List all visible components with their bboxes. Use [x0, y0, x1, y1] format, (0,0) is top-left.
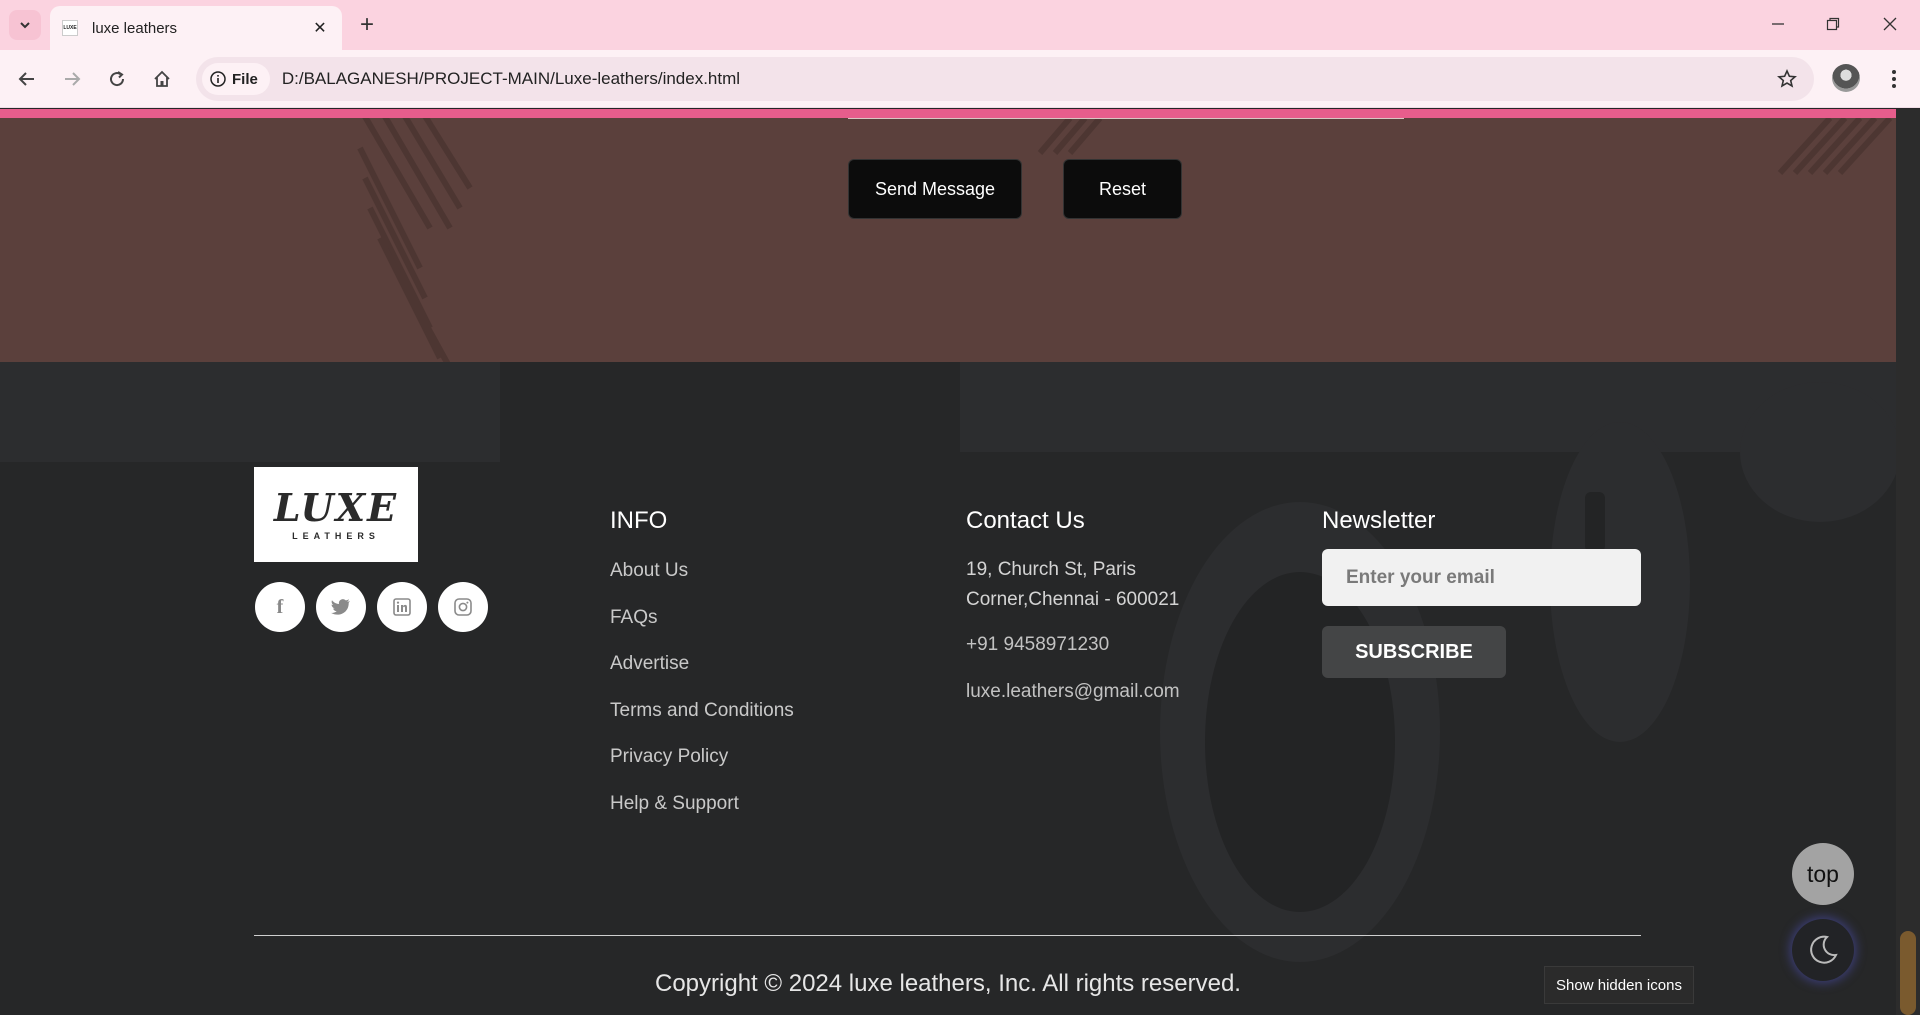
- moon-icon: [1810, 935, 1838, 964]
- chevron-down-icon: [20, 22, 30, 29]
- site-favicon: LUXE: [62, 20, 78, 36]
- newsletter-email-input[interactable]: [1322, 549, 1641, 606]
- address-line-1: 19, Church St, Paris: [966, 559, 1137, 580]
- contact-address: 19, Church St, Paris Corner,Chennai - 60…: [966, 555, 1179, 615]
- twitter-link[interactable]: [316, 582, 366, 632]
- decorative-stripes: [357, 118, 473, 368]
- site-footer: LUXE LEATHERS f INFO About Us FAQs Adver…: [0, 362, 1896, 1015]
- reset-button[interactable]: Reset: [1063, 159, 1182, 219]
- dark-mode-toggle[interactable]: [1792, 919, 1854, 981]
- footer-divider: [254, 935, 1641, 936]
- back-to-top-button[interactable]: top: [1792, 843, 1854, 905]
- back-button[interactable]: [10, 62, 44, 96]
- footer-background-image: [0, 362, 1896, 1015]
- forward-button[interactable]: [55, 62, 89, 96]
- info-heading: INFO: [610, 507, 668, 534]
- minimize-icon: [1772, 23, 1784, 25]
- url-text[interactable]: D:/BALAGANESH/PROJECT-MAIN/Luxe-leathers…: [282, 69, 1770, 89]
- restore-icon: [1826, 17, 1840, 31]
- decorative-stripes-right: [1777, 118, 1893, 176]
- newsletter-heading: Newsletter: [1322, 507, 1436, 534]
- contact-form-section: Send Message Reset: [0, 118, 1896, 371]
- new-tab-button[interactable]: +: [352, 10, 382, 40]
- facebook-icon: f: [276, 595, 284, 618]
- privacy-link[interactable]: Privacy Policy: [610, 746, 728, 768]
- about-us-link[interactable]: About Us: [610, 560, 688, 582]
- arrow-left-icon: [18, 72, 34, 86]
- terms-link[interactable]: Terms and Conditions: [610, 700, 794, 722]
- message-field-underline: [848, 118, 1404, 119]
- more-vertical-icon: [1892, 70, 1896, 88]
- subscribe-button[interactable]: SUBSCRIBE: [1322, 626, 1506, 678]
- logo-subtitle: LEATHERS: [292, 530, 380, 541]
- site-info-chip[interactable]: File: [202, 63, 270, 95]
- send-message-button[interactable]: Send Message: [848, 159, 1022, 219]
- address-bar[interactable]: File D:/BALAGANESH/PROJECT-MAIN/Luxe-lea…: [196, 57, 1814, 101]
- profile-avatar[interactable]: [1832, 64, 1860, 92]
- star-icon: [1777, 69, 1797, 88]
- browser-menu-button[interactable]: [1880, 62, 1908, 96]
- header-accent-bar: [0, 109, 1896, 118]
- address-line-2: Corner,Chennai - 600021: [966, 589, 1180, 610]
- home-icon: [154, 70, 170, 87]
- page-scrollbar[interactable]: [1896, 109, 1920, 1015]
- instagram-icon: [454, 598, 472, 616]
- tab-title: luxe leathers: [92, 19, 178, 37]
- contact-phone: +91 9458971230: [966, 634, 1110, 655]
- system-tooltip: Show hidden icons: [1544, 966, 1694, 1004]
- linkedin-link[interactable]: [377, 582, 427, 632]
- tab-close-icon[interactable]: ✕: [310, 18, 330, 38]
- contact-email[interactable]: luxe.leathers@gmail.com: [966, 677, 1180, 707]
- facebook-link[interactable]: f: [255, 582, 305, 632]
- instagram-link[interactable]: [438, 582, 488, 632]
- browser-toolbar: File D:/BALAGANESH/PROJECT-MAIN/Luxe-lea…: [0, 50, 1920, 108]
- decorative-stripes-mid: [1037, 118, 1103, 155]
- scrollbar-thumb[interactable]: [1900, 931, 1916, 1015]
- page-viewport: Send Message Reset LUXE LEATHERS f INFO …: [0, 109, 1896, 1015]
- twitter-icon: [331, 599, 350, 615]
- help-support-link[interactable]: Help & Support: [610, 793, 739, 815]
- linkedin-icon: [393, 598, 411, 616]
- faqs-link[interactable]: FAQs: [610, 607, 658, 629]
- info-icon: [210, 71, 226, 87]
- bookmark-button[interactable]: [1770, 62, 1804, 96]
- close-window-button[interactable]: [1870, 8, 1910, 40]
- restore-button[interactable]: [1813, 8, 1853, 40]
- advertise-link[interactable]: Advertise: [610, 653, 689, 675]
- home-button[interactable]: [145, 62, 179, 96]
- browser-tab[interactable]: LUXE luxe leathers ✕: [50, 6, 342, 50]
- logo-wordmark: LUXE: [273, 484, 399, 530]
- site-chip-label: File: [232, 70, 258, 88]
- browser-tab-bar: LUXE luxe leathers ✕ +: [0, 0, 1920, 50]
- minimize-button[interactable]: [1758, 8, 1798, 40]
- close-icon: [1883, 17, 1897, 31]
- reload-button[interactable]: [100, 62, 134, 96]
- reload-icon: [110, 71, 125, 87]
- contact-heading: Contact Us: [966, 507, 1085, 534]
- arrow-right-icon: [65, 72, 81, 86]
- tab-list-button[interactable]: [9, 10, 41, 40]
- footer-logo[interactable]: LUXE LEATHERS: [254, 467, 418, 562]
